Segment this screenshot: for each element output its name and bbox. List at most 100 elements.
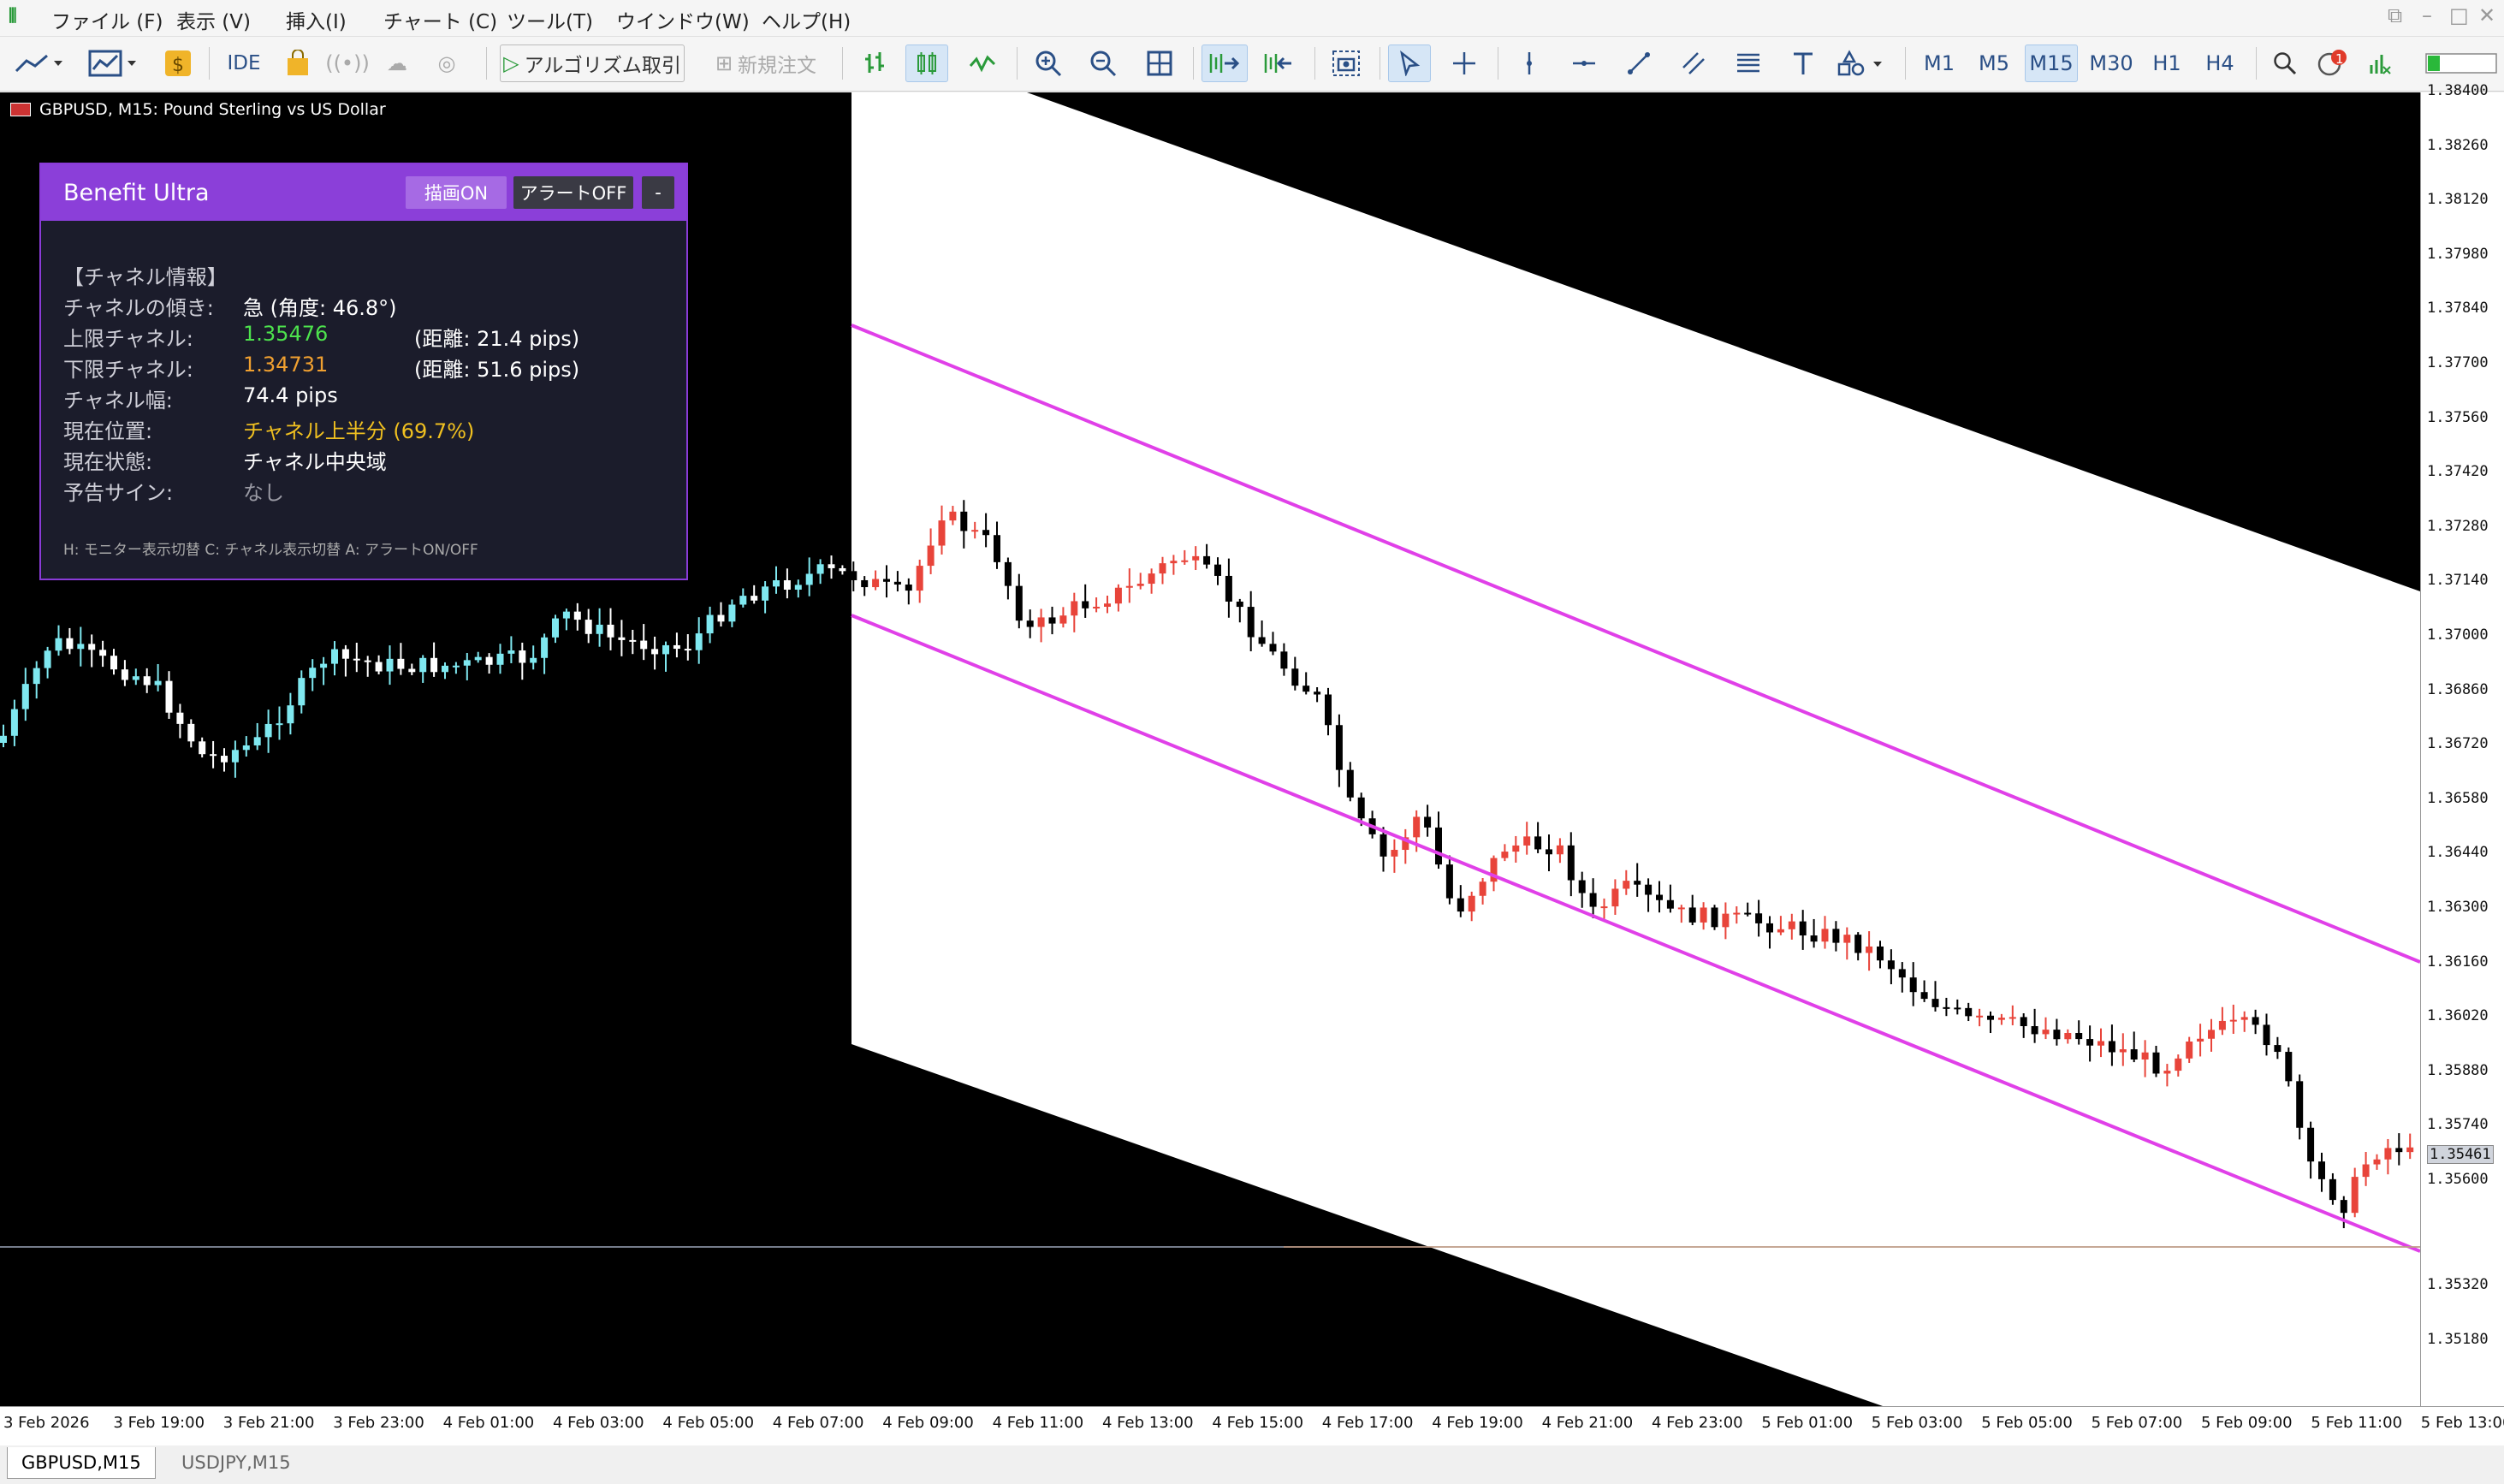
time-tick-label: 4 Feb 17:00 [1321, 1414, 1414, 1432]
grid-icon[interactable] [1138, 45, 1181, 82]
candle-body [1203, 555, 1211, 565]
candle-body [2130, 1049, 2138, 1060]
candle-body [1821, 929, 1829, 942]
time-tick-label: 4 Feb 23:00 [1652, 1414, 1743, 1432]
lower-channel-distance: (距離: 51.6 pips) [414, 358, 580, 382]
menu-insert[interactable]: 挿入(I) [286, 5, 347, 34]
signal-icon[interactable]: ((•)) [325, 45, 370, 82]
candle-body [1424, 816, 1432, 828]
indicators-dropdown[interactable] [84, 45, 145, 82]
vps-icon[interactable]: ◎ [428, 45, 466, 82]
minimize-panel-button[interactable]: - [642, 176, 674, 209]
notifications-icon[interactable]: 1 [2312, 45, 2353, 82]
zoom-in-icon[interactable] [1027, 45, 1070, 82]
cursor-icon[interactable] [1388, 45, 1431, 82]
channel-width-value: 74.4 pips [243, 383, 338, 407]
horizontal-line-icon[interactable] [1563, 45, 1605, 82]
candle-body [816, 564, 824, 574]
candle-body [88, 644, 96, 650]
candle-body [2009, 1017, 2016, 1019]
text-tool-icon[interactable] [1782, 45, 1825, 82]
candle-body [2329, 1178, 2336, 1201]
candle-body [530, 657, 537, 663]
candle-body [1335, 725, 1343, 770]
price-tick-label: 1.37560 [2427, 408, 2489, 426]
minimize-icon[interactable]: – [2422, 3, 2432, 27]
dollar-icon[interactable]: $ [159, 45, 197, 82]
candle-body [121, 669, 128, 680]
candlestick-icon[interactable] [905, 45, 948, 82]
fibonacci-icon[interactable] [1727, 45, 1770, 82]
candle-body [1225, 575, 1232, 602]
algo-trading-button[interactable]: ▷ アルゴリズム取引 [500, 45, 685, 82]
menu-help[interactable]: ヘルプ(H) [762, 5, 851, 34]
signal-strength-icon[interactable] [2360, 45, 2398, 82]
shapes-dropdown[interactable] [1833, 45, 1893, 82]
price-tick-label: 1.36440 [2427, 844, 2489, 862]
candle-body [2175, 1058, 2182, 1071]
time-tick-label: 4 Feb 07:00 [772, 1414, 864, 1432]
menu-file[interactable]: ファイル (F) [51, 5, 163, 34]
candle-body [442, 665, 448, 673]
alert-off-button[interactable]: アラートOFF [513, 176, 633, 209]
menu-window[interactable]: ウインドウ(W) [616, 5, 750, 34]
auto-scroll-icon[interactable] [1202, 45, 1248, 82]
timeframe-m5[interactable]: M5 [1972, 45, 2016, 82]
screenshot-icon[interactable] [1325, 45, 1368, 82]
timeframe-m15[interactable]: M15 [2025, 45, 2078, 82]
shopping-bag-icon[interactable] [279, 45, 317, 82]
candle-body [2340, 1200, 2347, 1214]
candle-body [132, 676, 139, 680]
new-order-button[interactable]: ⊞ 新規注文 [702, 45, 830, 82]
close-icon[interactable]: ✕ [2478, 3, 2495, 27]
candle-body [751, 596, 758, 601]
menu-view[interactable]: 表示 (V) [176, 5, 251, 34]
time-tick-label: 5 Feb 13:00 [2420, 1414, 2504, 1432]
candle-body [1546, 849, 1552, 855]
price-tick-label: 1.37840 [2427, 300, 2489, 318]
time-tick-label: 4 Feb 19:00 [1432, 1414, 1523, 1432]
zoom-out-icon[interactable] [1082, 45, 1124, 82]
cloud-icon[interactable]: ☁ [377, 45, 418, 82]
channel-tool-icon[interactable] [1672, 45, 1715, 82]
trendline-icon[interactable] [1617, 45, 1660, 82]
menu-chart[interactable]: チャート (C) [383, 5, 497, 34]
candle-body [783, 580, 791, 590]
timeframe-h1[interactable]: H1 [2145, 45, 2189, 82]
candle-body [1744, 912, 1752, 915]
candle-body [1170, 561, 1178, 564]
candle-body [77, 644, 85, 650]
crosshair-icon[interactable] [1443, 45, 1486, 82]
bar-chart-icon[interactable] [856, 45, 895, 82]
draw-on-button[interactable]: 描画ON [406, 176, 507, 209]
play-icon: ▷ [503, 51, 519, 75]
timeframe-m30[interactable]: M30 [2085, 45, 2138, 82]
time-tick-label: 4 Feb 15:00 [1212, 1414, 1304, 1432]
chart-shift-icon[interactable] [1256, 45, 1302, 82]
tab-gbpusd-m15[interactable]: GBPUSD,M15 [7, 1447, 156, 1479]
timeframe-h4[interactable]: H4 [2198, 45, 2242, 82]
vertical-line-icon[interactable] [1508, 45, 1551, 82]
candle-body [2186, 1041, 2193, 1059]
candle-body [309, 668, 317, 679]
candle-body [2163, 1071, 2171, 1074]
candle-body [2053, 1030, 2061, 1040]
line-icon[interactable] [962, 45, 1005, 82]
candle-body [1589, 893, 1597, 907]
chart-type-dropdown[interactable] [10, 45, 70, 82]
menu-tools[interactable]: ツール(T) [507, 5, 593, 34]
candle-body [2362, 1164, 2370, 1178]
notification-badge: 1 [2335, 51, 2344, 67]
maximize-icon[interactable]: □ [2449, 3, 2469, 27]
candle-body [1280, 651, 1288, 669]
ide-button[interactable]: IDE [219, 45, 269, 82]
timeframe-m1[interactable]: M1 [1917, 45, 1961, 82]
candle-body [1777, 929, 1784, 933]
candle-body [2141, 1052, 2149, 1060]
search-icon[interactable] [2266, 45, 2304, 82]
price-tick-label: 1.35180 [2427, 1330, 2489, 1348]
tab-usdjpy-m15[interactable]: USDJPY,M15 [168, 1447, 305, 1478]
candle-body [242, 745, 250, 751]
time-tick-label: 3 Feb 19:00 [113, 1414, 205, 1432]
restore-icon[interactable]: ⧉ [2388, 3, 2402, 27]
